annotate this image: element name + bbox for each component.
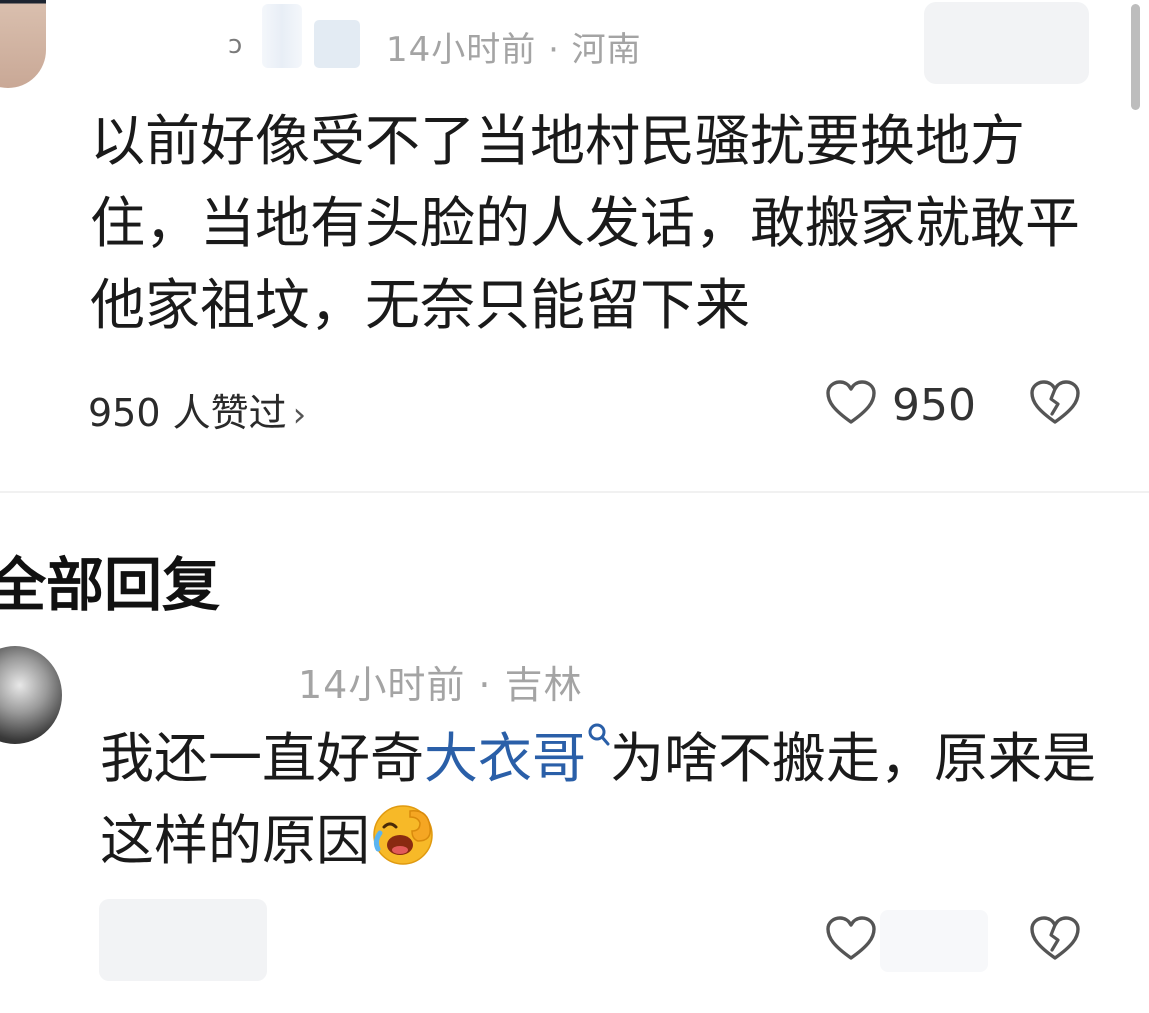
heart-outline-icon[interactable] <box>826 380 876 426</box>
laugh-cry-emoji-icon <box>373 805 433 865</box>
broken-heart-icon[interactable] <box>1030 916 1080 962</box>
section-title-all-replies: 全部回复 <box>0 551 221 619</box>
commenter-name-fragment[interactable]: ɔ <box>228 30 242 60</box>
divider <box>0 491 1149 493</box>
commenter-avatar[interactable] <box>0 0 46 88</box>
mention-link[interactable]: 大衣哥 <box>424 723 610 790</box>
redacted-username-block <box>262 4 302 68</box>
likers-label: 950 人赞过 <box>88 391 287 435</box>
comment-time-location: 14小时前 · 河南 <box>386 30 642 70</box>
like-count: 950 <box>892 380 976 431</box>
reply-text: 我还一直好奇大衣哥 为啥不搬走，原来是这样的原因 <box>100 718 1110 882</box>
reply-time-location: 14小时前 · 吉林 <box>298 663 583 707</box>
scrollbar[interactable] <box>1131 4 1140 110</box>
comment-text: 以前好像受不了当地村民骚扰要换地方住，当地有头脸的人发话，敢搬家就敢平他家祖坟，… <box>90 109 1081 337</box>
reply-like-count-placeholder <box>880 910 988 972</box>
broken-heart-icon[interactable] <box>1030 380 1080 426</box>
likers-link[interactable]: 950 人赞过 › <box>88 382 306 437</box>
follow-button-placeholder[interactable] <box>924 2 1089 84</box>
replier-avatar[interactable] <box>0 646 62 744</box>
chevron-right-icon: › <box>292 395 307 435</box>
reply-action-placeholder[interactable] <box>99 899 267 981</box>
redacted-username-block <box>314 20 360 68</box>
reply-text-before: 我还一直好奇 <box>100 727 424 790</box>
search-icon[interactable] <box>586 722 610 752</box>
mention-label: 大衣哥 <box>424 727 586 790</box>
heart-outline-icon[interactable] <box>826 916 876 962</box>
